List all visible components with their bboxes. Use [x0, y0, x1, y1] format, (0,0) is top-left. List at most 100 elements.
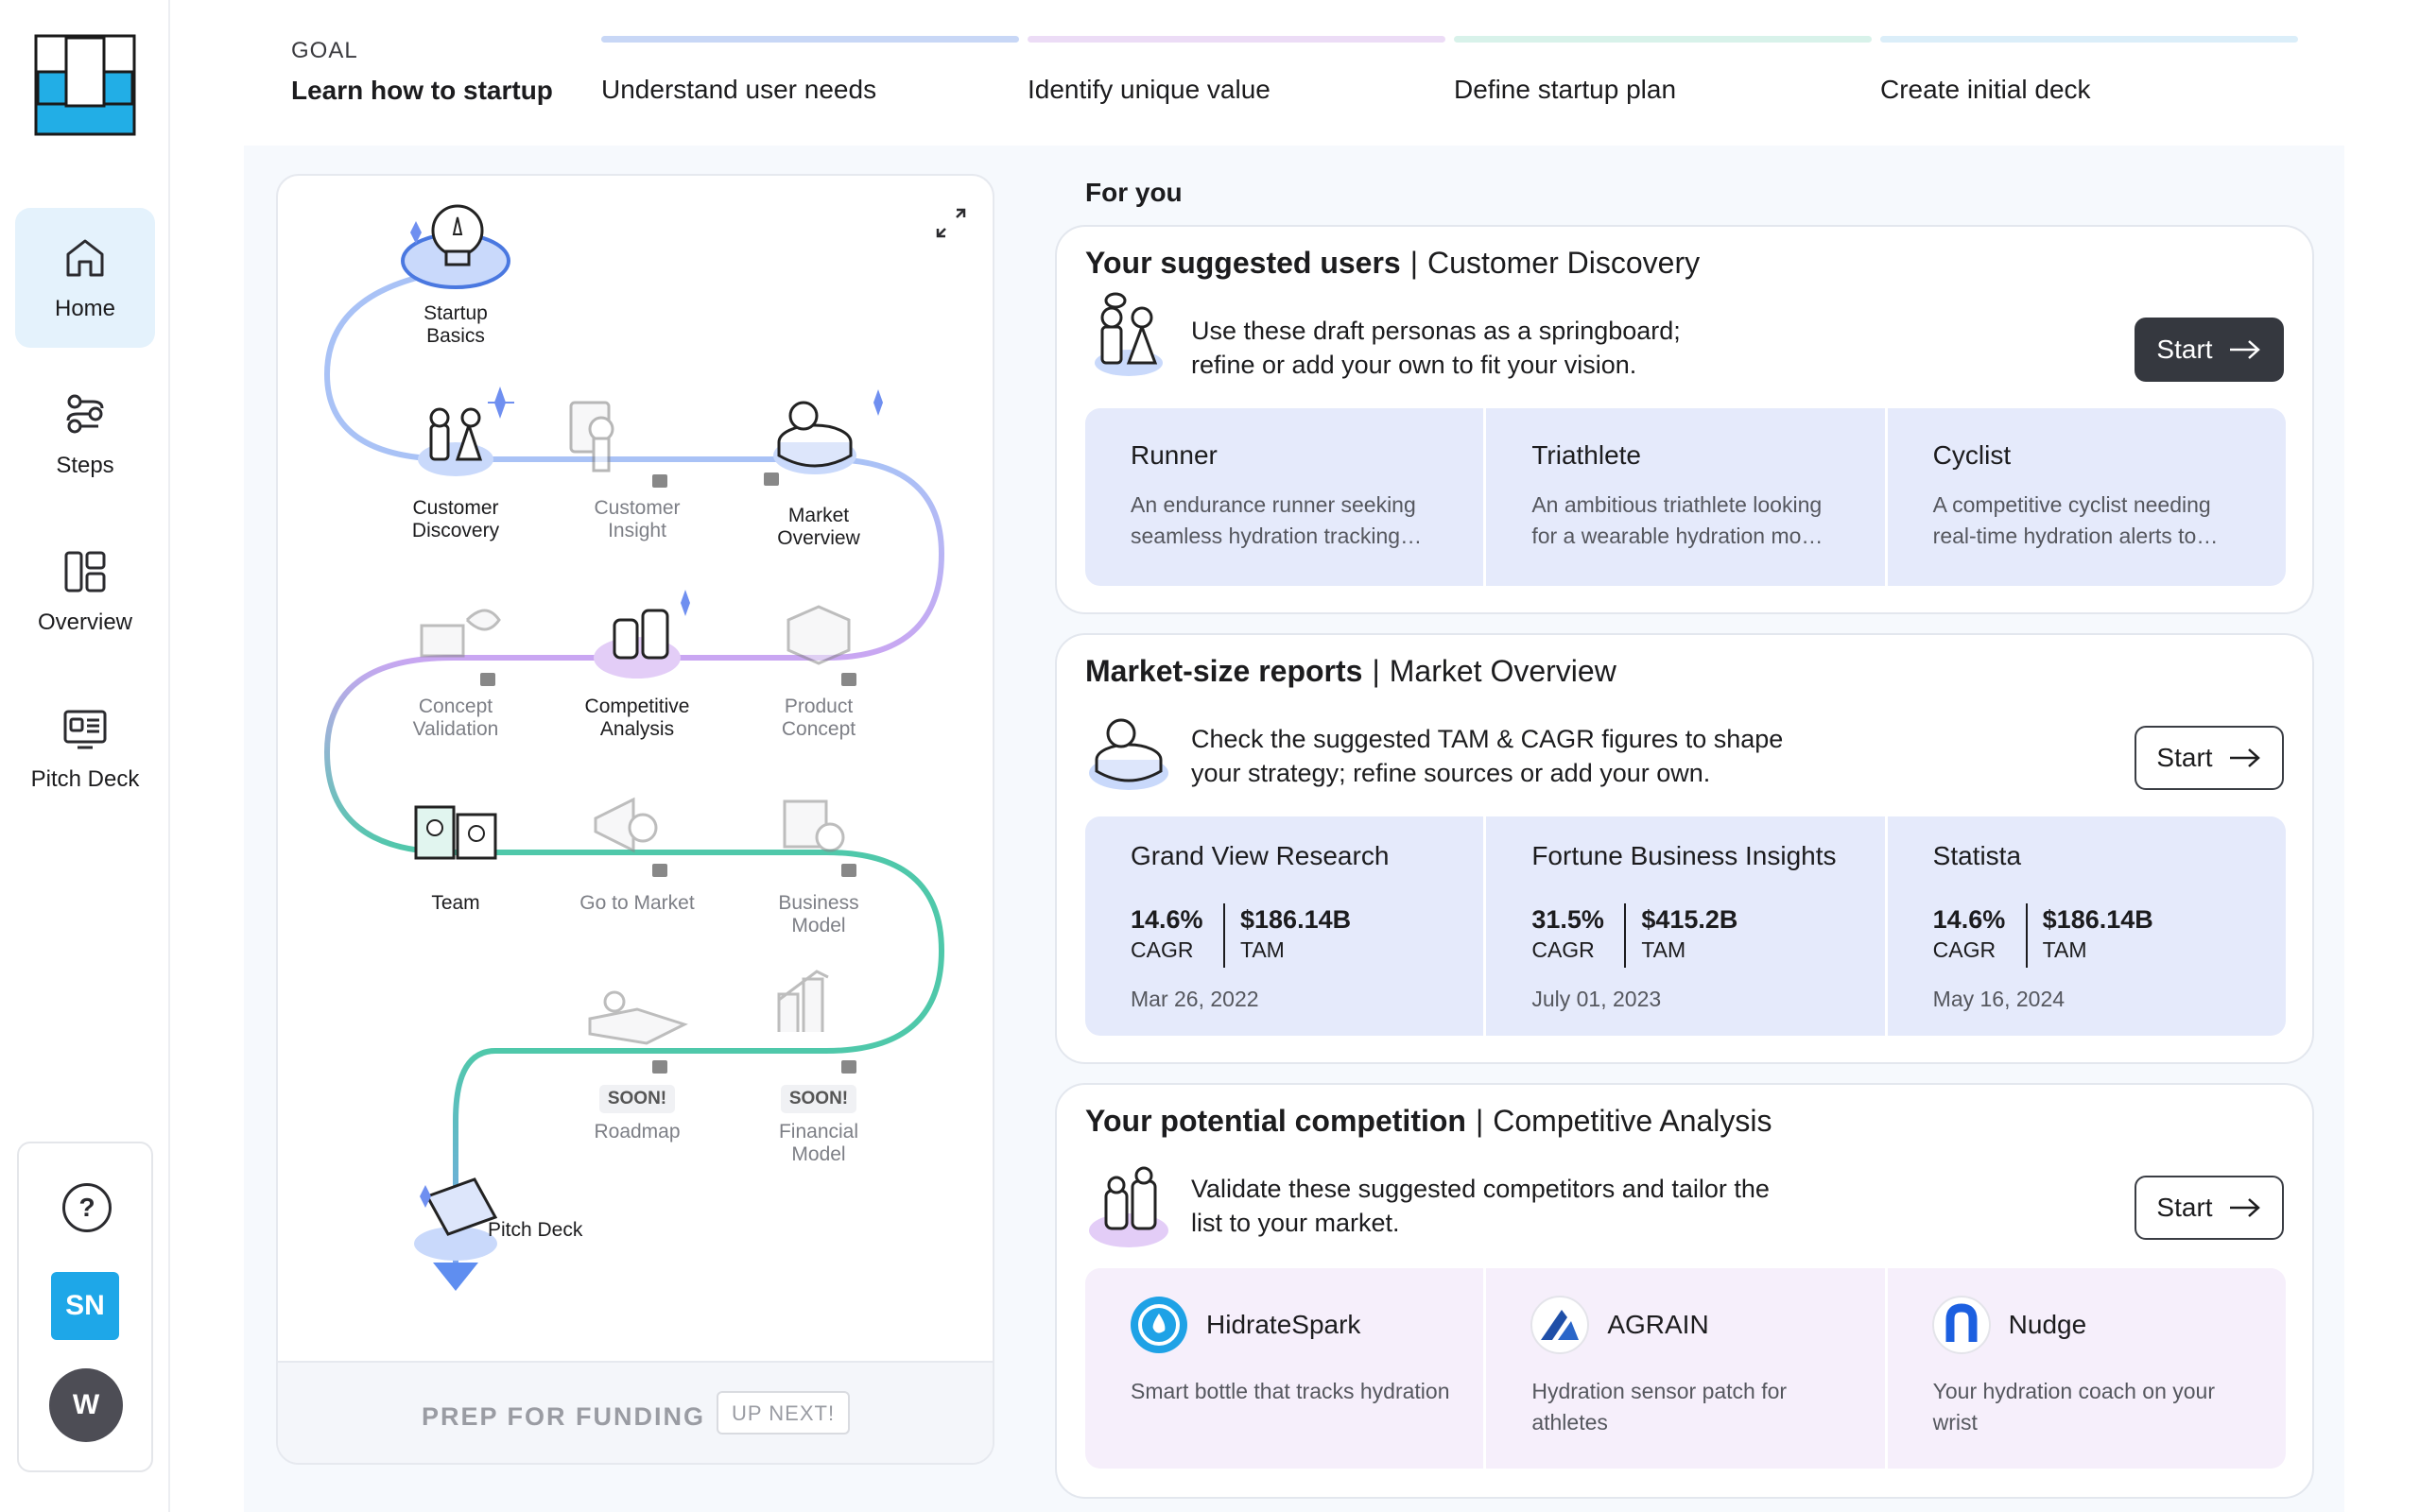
- help-icon[interactable]: ?: [62, 1183, 112, 1232]
- arrow-right-icon: [2229, 748, 2260, 767]
- competitive-analysis-icon: [594, 590, 690, 679]
- journey-node-concept-validation[interactable]: Concept Validation: [380, 696, 531, 741]
- node-label: Roadmap: [594, 1121, 681, 1143]
- goal-step-3[interactable]: Define startup plan: [1454, 36, 1872, 105]
- market-size-card: Market-size reports | Market Overview Chec…: [1055, 633, 2314, 1064]
- step-label: Understand user needs: [601, 75, 877, 104]
- goal-step-1[interactable]: Understand user needs: [601, 36, 1019, 105]
- card-subtitle: Customer Discovery: [1427, 246, 1701, 280]
- persona-description: A competitive cyclist needing real-time …: [1932, 492, 2219, 548]
- persona-tile[interactable]: Runner An endurance runner seeking seaml…: [1085, 408, 1483, 586]
- start-button-label: Start: [2156, 1193, 2213, 1222]
- financial-model-icon: [777, 970, 829, 1032]
- journey-node-financial-model[interactable]: Financial Model: [743, 1121, 894, 1166]
- pie-chart-icon: [1089, 718, 1168, 790]
- product-concept-icon: [786, 605, 851, 665]
- node-label: Market Overview: [777, 505, 860, 549]
- competitor-description: Smart bottle that tracks hydration: [1131, 1379, 1450, 1403]
- cagr-label: CAGR: [1932, 937, 1996, 962]
- tam-label: TAM: [1641, 937, 1686, 962]
- persona-tile[interactable]: Triathlete An ambitious triathlete looki…: [1483, 408, 1884, 586]
- competitive-analysis-icon: [1089, 1166, 1168, 1247]
- step-label: Identify unique value: [1028, 75, 1270, 104]
- journey-node-customer-discovery[interactable]: Customer Discovery: [380, 497, 531, 542]
- sidebar-item-label: Steps: [56, 453, 114, 478]
- tam-value: $186.14B: [2042, 905, 2153, 934]
- card-description: Use these draft personas as a springboar…: [1191, 317, 1681, 379]
- journey-node-product-concept[interactable]: Product Concept: [743, 696, 894, 741]
- competitor-name: Nudge: [2008, 1310, 2087, 1339]
- market-report-tile[interactable]: Fortune Business Insights 31.5% CAGR $41…: [1483, 816, 1884, 1036]
- step-progress-bar: [1880, 36, 2298, 43]
- competitor-name: AGRAIN: [1607, 1310, 1709, 1339]
- cagr-value: 14.6%: [1932, 905, 2006, 934]
- journey-node-team[interactable]: Team: [380, 892, 531, 915]
- metric-divider: [1624, 903, 1627, 968]
- node-label: Go to Market: [579, 892, 695, 914]
- nudge-logo-icon: [1931, 1296, 1991, 1354]
- personas-icon: [418, 387, 514, 476]
- tam-label: TAM: [2042, 937, 2087, 962]
- sidebar-item-steps[interactable]: Steps: [15, 365, 155, 505]
- metric-divider: [1223, 903, 1225, 968]
- home-icon: [66, 239, 104, 277]
- step-progress-bar: [1454, 36, 1872, 43]
- goal-step-4[interactable]: Create initial deck: [1880, 36, 2298, 105]
- persona-description: An ambitious triathlete looking for a we…: [1531, 492, 1824, 548]
- journey-node-pitch-deck[interactable]: Pitch Deck: [488, 1219, 639, 1242]
- node-label: Customer Insight: [594, 497, 681, 541]
- journey-map: Startup Basics Customer Discovery Custom…: [276, 174, 994, 1465]
- competitor-tile[interactable]: HidrateSpark Smart bottle that tracks hy…: [1085, 1268, 1483, 1469]
- persona-name: Triathlete: [1531, 440, 1642, 470]
- workspace-avatar[interactable]: W: [49, 1368, 123, 1442]
- card-title-main: Your suggested users: [1085, 246, 1401, 280]
- sidebar-item-overview[interactable]: Overview: [15, 522, 155, 662]
- competitor-name: HidrateSpark: [1206, 1310, 1361, 1339]
- market-report-tile[interactable]: Statista 14.6% CAGR $186.14B TAM May 16,…: [1884, 816, 2286, 1036]
- next-stage-footer[interactable]: PREP FOR FUNDING UP NEXT!: [278, 1361, 993, 1463]
- roadmap-icon: [588, 990, 688, 1045]
- persona-name: Cyclist: [1932, 440, 2012, 470]
- next-stage-title: PREP FOR FUNDING: [422, 1402, 706, 1431]
- journey-node-market-overview[interactable]: Market Overview: [743, 505, 894, 550]
- node-label: Pitch Deck: [488, 1219, 583, 1241]
- cagr-value: 31.5%: [1531, 905, 1604, 934]
- card-title-main: Market-size reports: [1085, 654, 1363, 688]
- journey-node-go-to-market[interactable]: Go to Market: [562, 892, 713, 915]
- persona-name: Runner: [1131, 440, 1218, 470]
- sidebar: Home Steps Overview Pitch Deck ? SN W: [0, 0, 170, 1512]
- node-label: Team: [431, 892, 480, 914]
- step-label: Define startup plan: [1454, 75, 1677, 104]
- persona-description: An endurance runner seeking seamless hyd…: [1131, 492, 1423, 548]
- agrain-logo-icon: [1530, 1296, 1590, 1354]
- sidebar-item-label: Home: [54, 296, 116, 321]
- journey-node-roadmap[interactable]: Roadmap: [562, 1121, 713, 1143]
- user-avatar[interactable]: SN: [51, 1272, 119, 1340]
- report-date: July 01, 2023: [1531, 987, 1662, 1011]
- journey-node-startup-basics[interactable]: Startup Basics: [380, 302, 531, 348]
- suggested-users-card: Your suggested users | Customer Discovery …: [1055, 225, 2314, 614]
- lightbulb-icon: [401, 204, 510, 289]
- persona-tile[interactable]: Cyclist A competitive cyclist needing re…: [1884, 408, 2286, 586]
- journey-node-customer-insight[interactable]: Customer Insight: [562, 497, 713, 542]
- sidebar-item-home[interactable]: Home: [15, 208, 155, 348]
- sidebar-item-pitch-deck[interactable]: Pitch Deck: [15, 679, 155, 818]
- app-logo[interactable]: [34, 34, 136, 136]
- competition-card: Your potential competition | Competitive A…: [1055, 1083, 2314, 1499]
- card-description: Validate these suggested competitors and…: [1191, 1175, 1770, 1237]
- journey-node-business-model[interactable]: Business Model: [743, 892, 894, 937]
- start-button[interactable]: Start: [2135, 726, 2284, 790]
- competitor-tile[interactable]: AGRAIN Hydration sensor patch for athlet…: [1483, 1268, 1884, 1469]
- card-title: Market-size reports | Market Overview: [1085, 654, 1616, 688]
- start-button[interactable]: Start: [2135, 1176, 2284, 1240]
- goal-label: GOAL: [291, 38, 358, 63]
- journey-node-competitive-analysis[interactable]: Competitive Analysis: [562, 696, 713, 741]
- competitor-tile[interactable]: Nudge Your hydration coach on your wrist: [1884, 1268, 2286, 1469]
- expand-icon[interactable]: [932, 204, 970, 242]
- goal-step-2[interactable]: Identify unique value: [1028, 36, 1445, 105]
- market-report-tile[interactable]: Grand View Research 14.6% CAGR $186.14B …: [1085, 816, 1483, 1036]
- steps-icon: [66, 394, 104, 434]
- start-button[interactable]: Start: [2135, 318, 2284, 382]
- megaphone-icon: [594, 797, 658, 853]
- report-source: Fortune Business Insights: [1531, 841, 1837, 870]
